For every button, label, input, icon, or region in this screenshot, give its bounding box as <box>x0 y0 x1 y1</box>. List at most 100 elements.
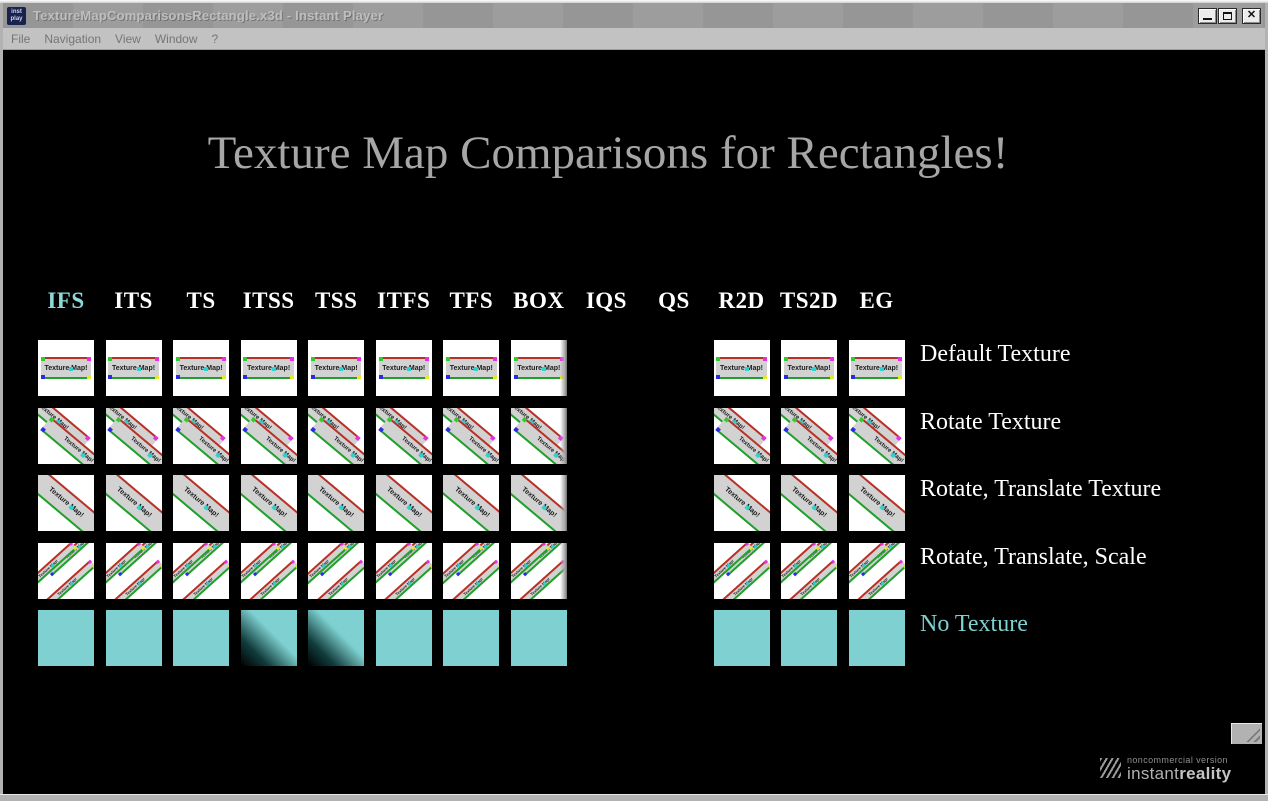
texture-corner-marker-bl <box>176 375 180 379</box>
texture-corner-marker-tr <box>896 435 902 441</box>
texture-corner-marker-br <box>362 564 364 568</box>
texture-corner-marker-tr <box>426 560 430 564</box>
texture-label: Texture Map! <box>47 486 84 519</box>
texture-label: Texture Map! <box>520 486 557 519</box>
texture-corner-marker-c <box>821 545 825 549</box>
texture-label: Texture Map! <box>182 486 219 519</box>
texture-corner-marker-br <box>768 564 770 568</box>
texture-corner-marker-c <box>543 582 547 586</box>
texture-corner-marker-tr <box>425 357 429 361</box>
row-label-default: Default Texture <box>920 341 1070 368</box>
texture-corner-marker-br <box>430 564 432 568</box>
texture-banner: Texture Map! <box>511 475 567 531</box>
texture-corner-marker-bl <box>253 572 257 576</box>
texture-label: Texture Map! <box>112 365 155 372</box>
menu-item-window[interactable]: Window <box>148 32 205 46</box>
texture-corner-marker-tl <box>791 417 797 423</box>
texture-corner-marker-c <box>137 367 141 371</box>
texture-label: Texture Map! <box>723 486 760 519</box>
texture-corner-marker-bl <box>311 375 315 379</box>
texture-label: Texture Map! <box>529 577 551 597</box>
texture-thumbnail-ts2d-rotate-translate-scale: Texture Map!Texture Map!Texture Map! <box>781 543 837 599</box>
texture-thumbnail-tfs-rotate-translate-scale: Texture Map!Texture Map!Texture Map! <box>443 543 499 599</box>
texture-corner-marker-bl <box>851 375 855 379</box>
texture-banner: Texture Map! <box>106 475 162 531</box>
texture-banner: Texture Map! <box>308 475 364 531</box>
minimize-button[interactable] <box>1198 8 1217 24</box>
texture-corner-marker-br <box>425 375 429 379</box>
texture-banner: Texture Map! <box>176 357 226 378</box>
texture-thumbnail-ifs-rotate: Texture Map!Texture Map! <box>38 408 94 464</box>
texture-corner-marker-bl <box>523 572 527 576</box>
texture-corner-marker-bl <box>185 572 189 576</box>
texture-corner-marker-c <box>339 367 343 371</box>
menu-item-file[interactable]: File <box>4 32 37 46</box>
texture-thumbnail-box-no-texture <box>511 610 567 666</box>
menu-item-[interactable]: ? <box>205 32 226 46</box>
texture-corner-marker-tr <box>812 543 816 546</box>
texture-thumbnail-its-rotate-translate-scale: Texture Map!Texture Map!Texture Map! <box>106 543 162 599</box>
texture-corner-marker-tr <box>220 435 226 441</box>
close-icon: ✕ <box>1247 10 1256 21</box>
texture-thumbnail-box-rotate-translate-scale: Texture Map!Texture Map!Texture Map! <box>511 543 567 599</box>
texture-thumbnail-ts-default: Texture Map! <box>173 340 229 396</box>
texture-label: Texture Map! <box>332 436 364 463</box>
texture-corner-marker-tr <box>88 560 92 564</box>
texture-label: Texture Map! <box>44 365 87 372</box>
texture-thumbnail-ts2d-no-texture <box>781 610 837 666</box>
texture-corner-marker-tr <box>831 560 835 564</box>
texture-corner-marker-tr <box>764 560 768 564</box>
texture-corner-marker-tr <box>828 435 834 441</box>
texture-thumbnail-box-rotate: Texture Map!Texture Map! <box>511 408 567 464</box>
texture-thumbnail-itfs-default: Texture Map! <box>376 340 432 396</box>
texture-corner-marker-tl <box>521 417 527 423</box>
texture-corner-marker-bl <box>41 375 45 379</box>
title-bar[interactable]: inst play TextureMapComparisonsRectangle… <box>3 3 1265 28</box>
texture-corner-marker-tl <box>48 417 54 423</box>
texture-corner-marker-c <box>474 367 478 371</box>
texture-corner-marker-tr <box>880 543 884 546</box>
texture-banner: Texture Map! <box>849 475 905 531</box>
texture-corner-marker-bl <box>40 427 46 433</box>
texture-corner-marker-bl <box>445 427 451 433</box>
texture-corner-marker-tr <box>560 357 564 361</box>
texture-label: Texture Map! <box>247 365 290 372</box>
texture-banner: Texture Map! <box>379 357 429 378</box>
texture-corner-marker-c <box>204 367 208 371</box>
viewport-3d[interactable]: Texture Map Comparisons for Rectangles! … <box>3 50 1265 794</box>
texture-label: Texture Map! <box>124 577 146 597</box>
texture-banner: Texture Map! <box>784 357 834 378</box>
texture-banner: Texture Map! <box>851 357 901 378</box>
texture-label: Texture Map! <box>805 436 837 463</box>
texture-corner-marker-c <box>272 367 276 371</box>
texture-corner-marker-br <box>560 375 564 379</box>
app-icon[interactable]: inst play <box>7 7 26 25</box>
close-button[interactable]: ✕ <box>1242 8 1261 24</box>
texture-corner-marker-tl <box>108 357 112 361</box>
texture-corner-marker-tr <box>355 435 361 441</box>
texture-corner-marker-tl <box>379 357 383 361</box>
texture-thumbnail-ts-rotate-translate-scale: Texture Map!Texture Map!Texture Map! <box>173 543 229 599</box>
texture-banner: Texture Map! <box>243 357 293 378</box>
texture-thumbnail-ts2d-rotate: Texture Map!Texture Map! <box>781 408 837 464</box>
texture-corner-marker-bl <box>388 572 392 576</box>
resize-grip-icon <box>1246 728 1260 742</box>
resize-grip[interactable] <box>1231 723 1262 744</box>
texture-corner-marker-tr <box>407 543 411 546</box>
texture-thumbnail-its-no-texture <box>106 610 162 666</box>
menu-item-navigation[interactable]: Navigation <box>37 32 108 46</box>
texture-corner-marker-tl <box>243 357 247 361</box>
maximize-button[interactable] <box>1218 8 1237 24</box>
texture-corner-marker-bl <box>716 427 722 433</box>
menu-item-view[interactable]: View <box>108 32 148 46</box>
texture-corner-marker-br <box>227 564 229 568</box>
texture-label: Texture Map! <box>867 577 889 597</box>
texture-banner: Texture Map! <box>443 475 499 531</box>
texture-label: Texture Map! <box>732 577 754 597</box>
texture-thumbnail-tfs-rotate-translate: Texture Map! <box>443 475 499 531</box>
texture-corner-marker-tr <box>761 435 767 441</box>
texture-thumbnail-tss-rotate-translate-scale: Texture Map!Texture Map!Texture Map! <box>308 543 364 599</box>
texture-banner: Texture Map! <box>714 475 770 531</box>
texture-corner-marker-tr <box>490 435 496 441</box>
texture-corner-marker-c <box>407 367 411 371</box>
